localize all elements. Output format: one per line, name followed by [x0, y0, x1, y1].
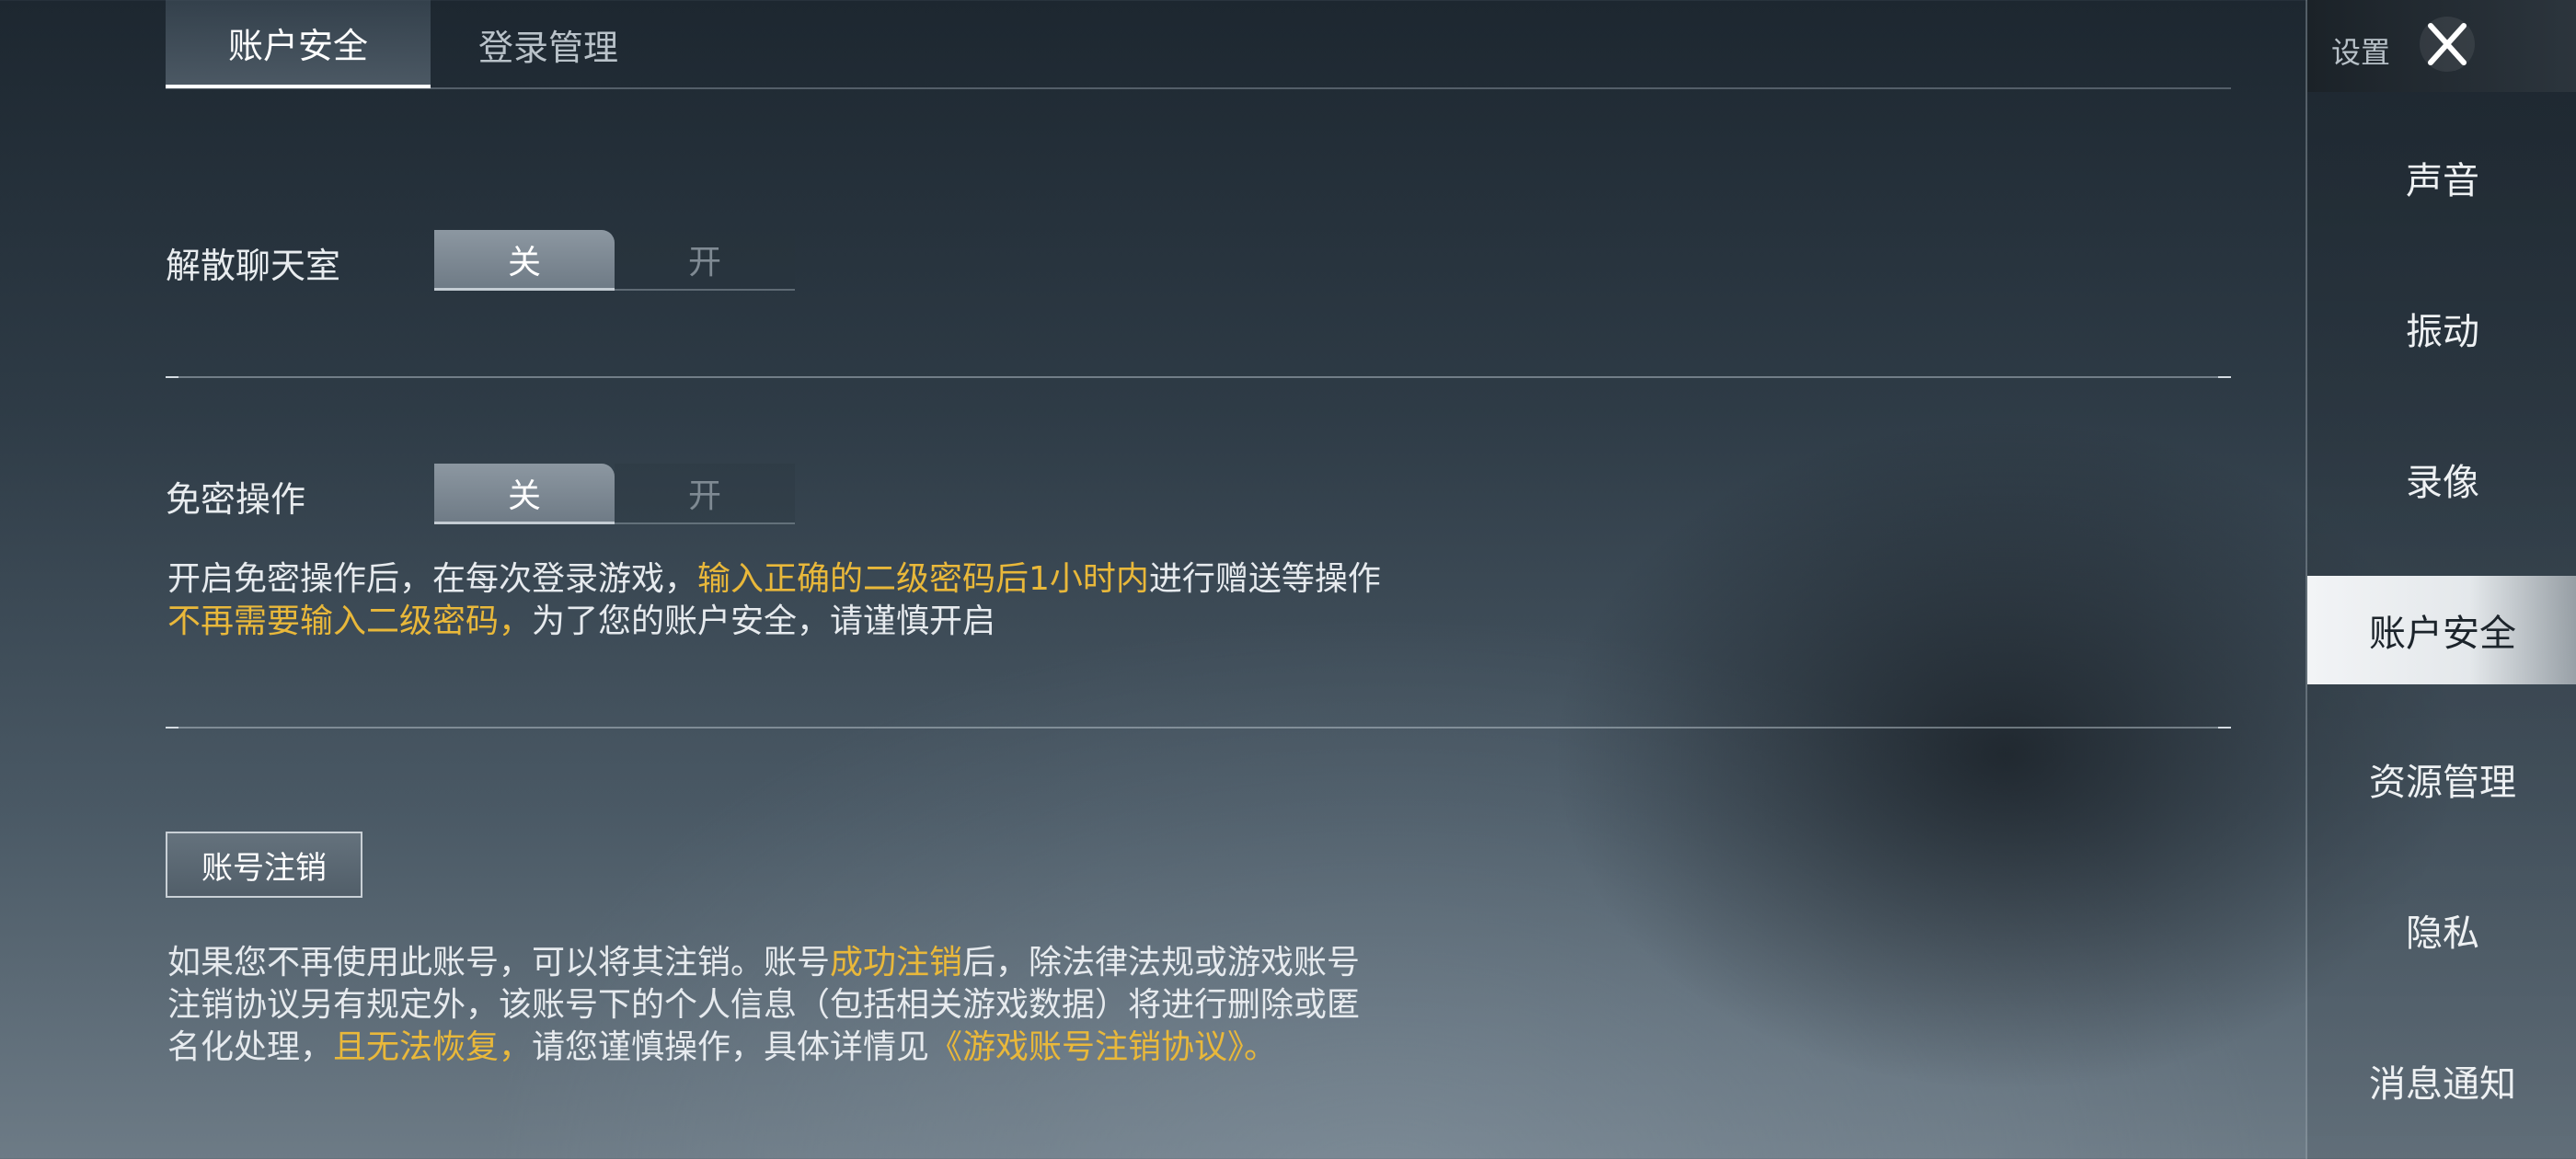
sidebar-header: 设置 [2307, 0, 2576, 92]
tab-account-security[interactable]: 账户安全 [166, 0, 431, 88]
sidebar-item-account-security[interactable]: 账户安全 [2307, 576, 2576, 684]
sidebar-item-sound[interactable]: 声音 [2307, 123, 2576, 232]
sidebar-item-resource-management[interactable]: 资源管理 [2307, 725, 2576, 833]
toggle-option-on[interactable]: 开 [615, 230, 795, 291]
row-label-dissolve-chatroom: 解散聊天室 [166, 246, 341, 286]
sidebar-item-vibration[interactable]: 振动 [2307, 274, 2576, 383]
sidebar-item-notifications[interactable]: 消息通知 [2307, 1027, 2576, 1135]
toggle-option-off[interactable]: 关 [434, 464, 615, 524]
section-divider [166, 376, 2231, 378]
top-tab-bar: 账户安全 登录管理 [166, 0, 2231, 89]
toggle-no-password[interactable]: 关 开 [434, 464, 795, 524]
account-cancel-button[interactable]: 账号注销 [166, 832, 362, 898]
section-divider [166, 727, 2231, 729]
settings-sidebar: 设置 声音 振动 录像 账户安全 资源管理 隐私 消息通知 [2306, 0, 2576, 1159]
cancel-agreement-link[interactable]: 《游戏账号注销协议》。 [929, 1028, 1277, 1066]
tab-login-management[interactable]: 登录管理 [431, 0, 666, 88]
sidebar-title: 设置 [2331, 35, 2391, 70]
sidebar-item-privacy[interactable]: 隐私 [2307, 876, 2576, 984]
sidebar-item-recording[interactable]: 录像 [2307, 425, 2576, 534]
toggle-dissolve-chatroom[interactable]: 关 开 [434, 230, 795, 291]
row-label-no-password: 免密操作 [166, 479, 306, 520]
toggle-option-off[interactable]: 关 [434, 230, 615, 291]
account-cancel-description: 如果您不再使用此账号，可以将其注销。账号成功注销后，除法律法规或游戏账号 注销协… [167, 944, 1361, 1066]
no-password-description: 开启免密操作后，在每次登录游戏，输入正确的二级密码后1小时内进行赠送等操作 不再… [167, 560, 1381, 640]
close-icon[interactable] [2416, 13, 2478, 75]
toggle-option-on[interactable]: 开 [615, 464, 795, 524]
